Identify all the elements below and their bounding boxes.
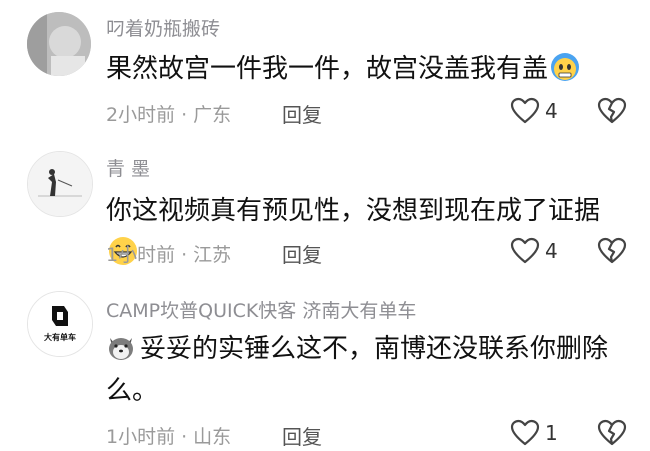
like-heart-icon[interactable] <box>510 419 540 451</box>
like-count: 4 <box>545 239 558 263</box>
comment-text-content: 果然故宫一件我一件，故宫没盖我有盖 <box>106 54 549 84</box>
comment-item: 大有单车 CAMP坎普QUICK快客 济南大有单车 妥妥的实锤么这不，南博还没联… <box>0 280 650 450</box>
comment-meta: 2小时前 · 广东 <box>106 100 231 127</box>
reply-button[interactable]: 回复 <box>282 239 322 268</box>
comment-text-content: 你这视频真有预见性，没想到现在成了证据 <box>106 196 601 226</box>
separator-dot: · <box>181 244 188 266</box>
comment-location: 江苏 <box>193 244 232 266</box>
reply-button[interactable]: 回复 <box>282 421 322 450</box>
comment-time: 1小时前 <box>106 426 176 448</box>
husky-dog-emoji-icon <box>106 332 136 362</box>
avatar[interactable] <box>27 12 91 76</box>
cold-face-emoji-icon <box>550 52 580 82</box>
like-count: 1 <box>545 421 558 445</box>
comment-text: 果然故宫一件我一件，故宫没盖我有盖 <box>106 48 616 90</box>
comment-text: 妥妥的实锤么这不，南博还没联系你删除么。 <box>106 328 626 412</box>
avatar-logo-text: 大有单车 <box>44 332 76 342</box>
comment-item: 青 墨 你这视频真有预见性，没想到现在成了证据 1小时前 · 江苏 回复 4 <box>0 140 650 280</box>
comment-time: 2小时前 <box>106 104 176 126</box>
comment-meta: 1小时前 · 江苏 <box>106 240 231 267</box>
username[interactable]: CAMP坎普QUICK快客 济南大有单车 <box>106 296 416 323</box>
like-heart-icon[interactable] <box>510 97 540 129</box>
like-heart-icon[interactable] <box>510 237 540 269</box>
comment-meta: 1小时前 · 山东 <box>106 422 231 449</box>
comment-location: 广东 <box>193 104 232 126</box>
separator-dot: · <box>181 426 188 448</box>
username[interactable]: 叼着奶瓶搬砖 <box>106 14 220 41</box>
like-count: 4 <box>545 99 558 123</box>
reply-button[interactable]: 回复 <box>282 99 322 128</box>
broken-heart-icon[interactable] <box>597 419 627 451</box>
broken-heart-icon[interactable] <box>597 237 627 269</box>
avatar[interactable] <box>27 151 93 217</box>
broken-heart-icon[interactable] <box>597 97 627 129</box>
username[interactable]: 青 墨 <box>106 154 150 181</box>
avatar[interactable]: 大有单车 <box>27 291 93 357</box>
comment-time: 1小时前 <box>106 244 176 266</box>
comment-item: 叼着奶瓶搬砖 果然故宫一件我一件，故宫没盖我有盖 2小时前 · 广东 回复 4 <box>0 0 650 140</box>
comment-location: 山东 <box>193 426 232 448</box>
comment-text-content: 妥妥的实锤么这不，南博还没联系你删除么。 <box>106 334 609 406</box>
separator-dot: · <box>181 104 188 126</box>
